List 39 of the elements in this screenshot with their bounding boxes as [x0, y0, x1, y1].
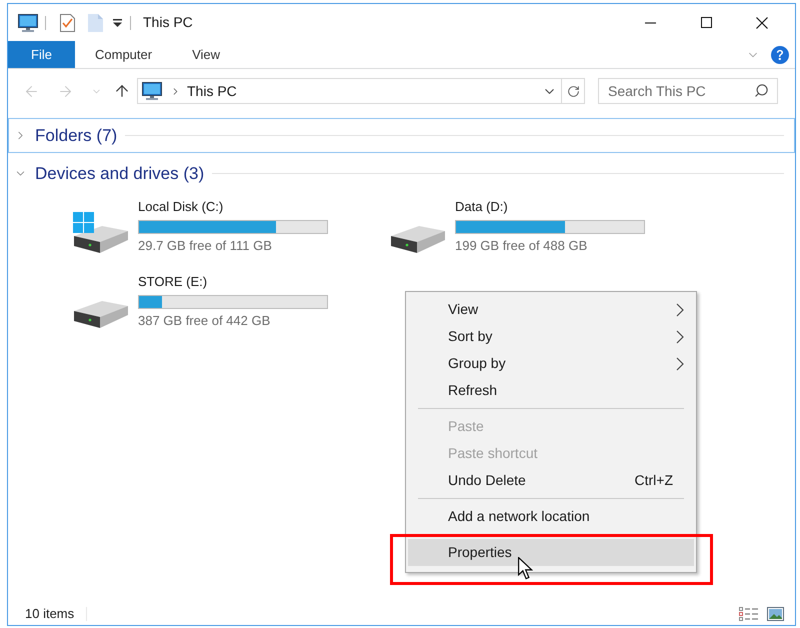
search-icon [754, 83, 769, 98]
maximize-icon [700, 17, 712, 28]
computer-icon [142, 82, 162, 100]
breadcrumb-item[interactable]: This PC [187, 80, 237, 102]
up-icon[interactable] [113, 82, 131, 100]
address-bar[interactable]: This PC [137, 78, 585, 104]
refresh-icon [566, 84, 580, 98]
mouse-pointer-icon [518, 557, 533, 580]
hard-drive-icon[interactable] [73, 212, 129, 254]
menu-item[interactable]: View [408, 296, 694, 323]
ribbon-tab[interactable]: View [172, 41, 240, 68]
free-space-text: 199 GB free of 488 GB [455, 238, 588, 254]
large-icons-view-icon[interactable] [767, 607, 784, 621]
help-icon[interactable] [771, 46, 789, 64]
menu-item[interactable]: Add a network location [408, 503, 694, 530]
menu-item[interactable]: Refresh [408, 377, 694, 404]
computer-icon [18, 14, 38, 32]
search-field[interactable]: Search This PC [598, 78, 778, 104]
drive-name[interactable]: Local Disk (C:) [138, 199, 328, 215]
menu-item[interactable]: Group by [408, 350, 694, 377]
close-icon [756, 16, 768, 28]
drive-name[interactable]: STORE (E:) [138, 274, 328, 290]
menu-item[interactable]: Sort by [408, 323, 694, 350]
menu-item[interactable]: Undo Delete Ctrl+Z [408, 467, 694, 494]
menu-item[interactable]: Properties [408, 539, 694, 566]
group-header[interactable]: Folders (7) [8, 118, 795, 153]
group-header[interactable]: Devices and drives (3) [8, 156, 795, 191]
shortcut-text: Ctrl+Z [634, 471, 673, 490]
free-space-text: 387 GB free of 442 GB [138, 313, 272, 329]
free-space-text: 29.7 GB free of 111 GB [138, 238, 273, 254]
minimize-icon [644, 22, 656, 24]
customize-dropdown-icon[interactable] [113, 18, 122, 26]
file-tab[interactable]: File [8, 41, 75, 68]
drive-name[interactable]: Data (D:) [455, 199, 645, 215]
details-view-icon[interactable] [739, 607, 758, 621]
item-count: 10 items [25, 605, 74, 624]
window-title: This PC [143, 13, 193, 32]
ribbon-tab[interactable]: Computer [75, 41, 172, 68]
properties-check-icon[interactable] [60, 14, 75, 32]
